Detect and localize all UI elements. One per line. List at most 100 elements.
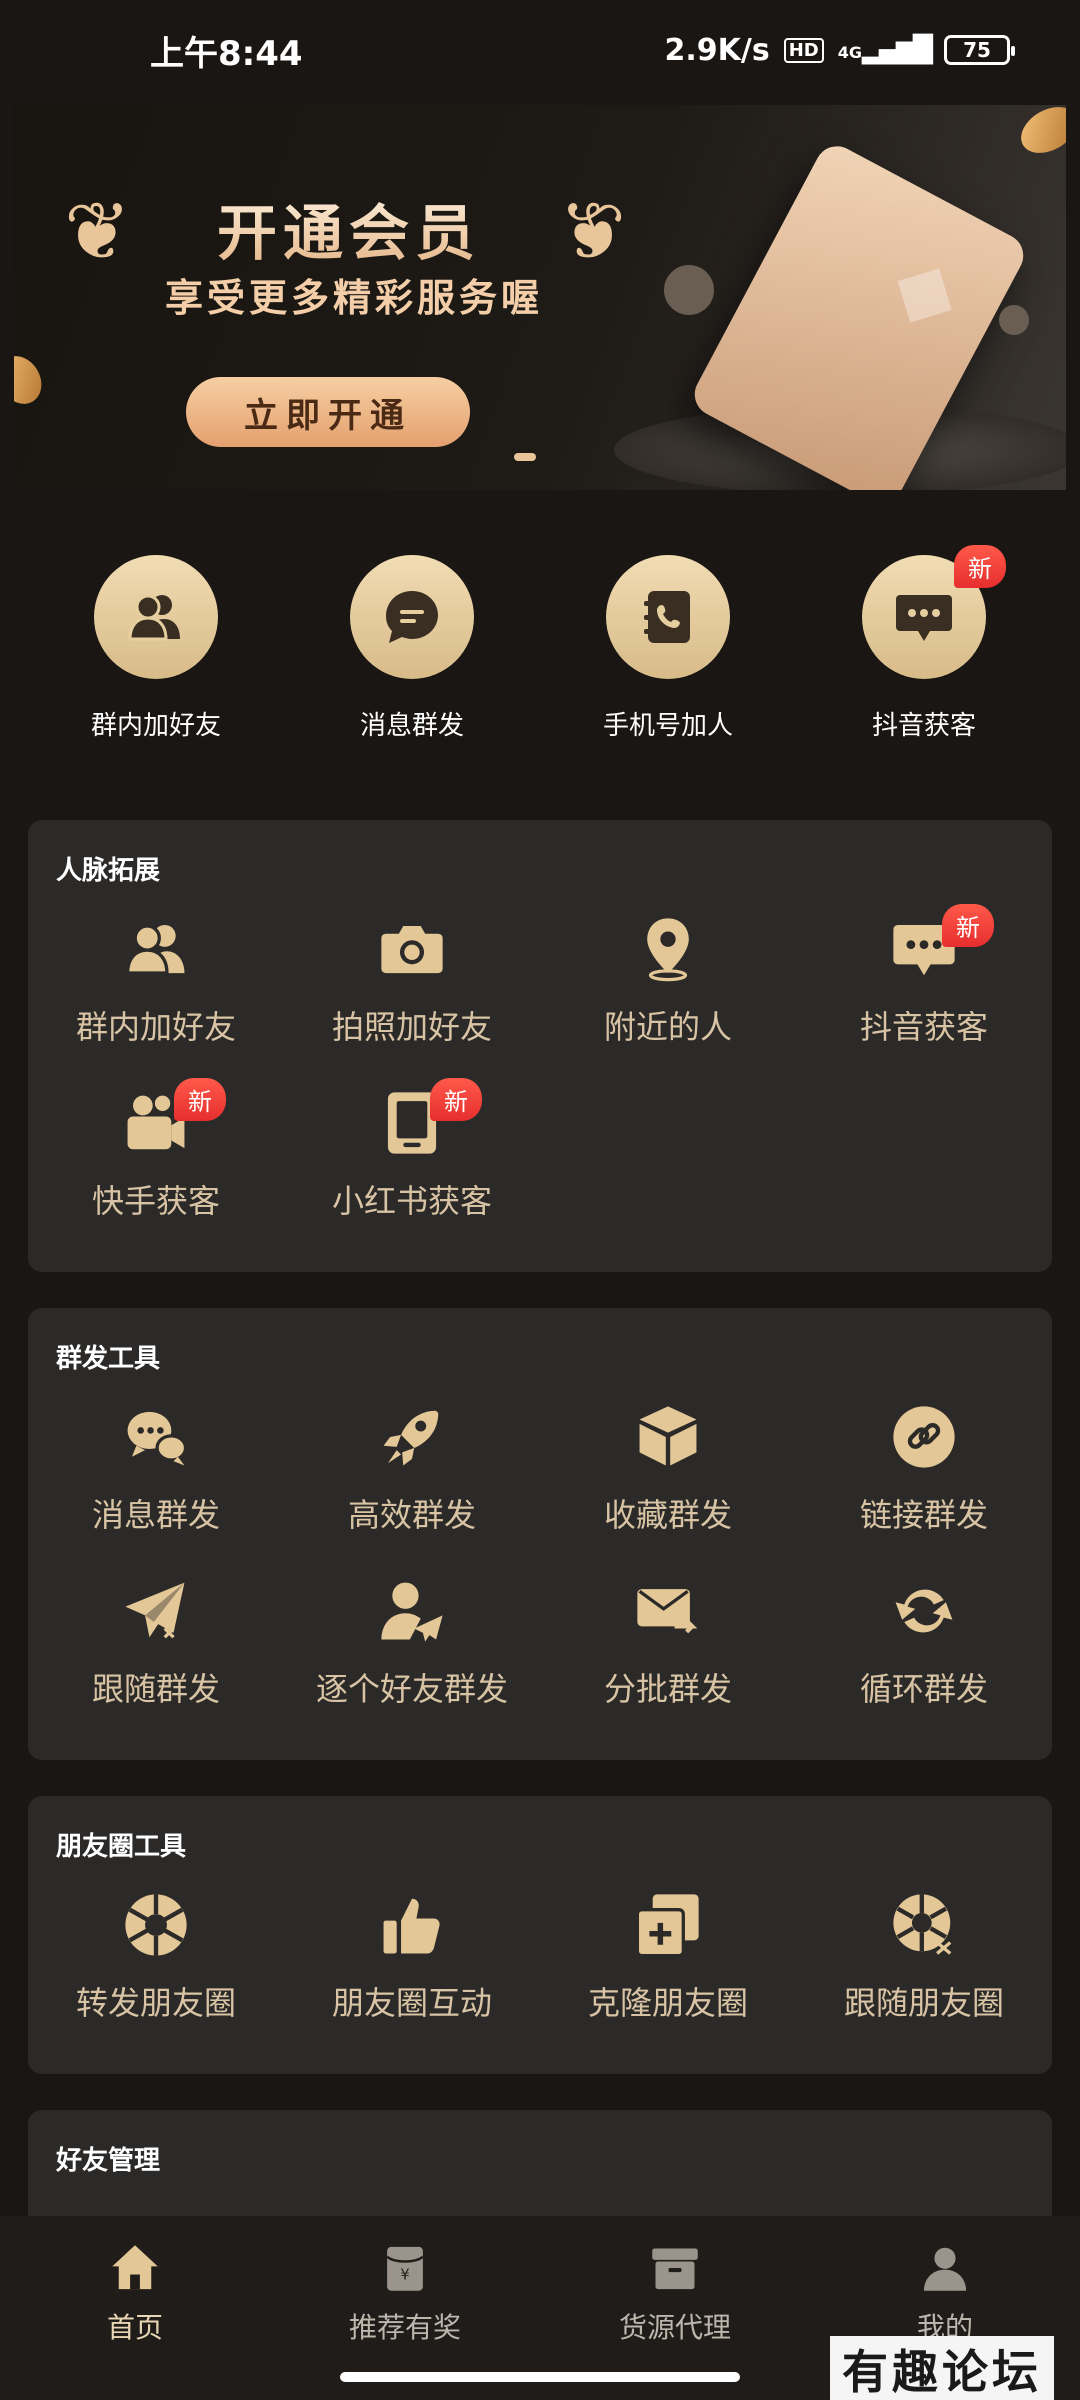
mail-forward-icon [633,1576,703,1646]
tool-favorites-broadcast[interactable]: 收藏群发 [540,1398,796,1572]
section-title: 人脉拓展 [56,856,161,886]
users-icon [121,914,191,984]
svg-text:¥: ¥ [400,2266,409,2283]
coin-decoration [14,348,50,412]
battery-level: 75 [963,38,991,62]
tool-nearby-people[interactable]: 附近的人 [540,910,796,1084]
phone-book-icon [644,591,690,643]
camera-icon [377,914,447,984]
tool-label: 群内加好友 [75,1008,236,1046]
status-time: 上午8:44 [150,33,303,74]
tool-message-broadcast[interactable]: 消息群发 [28,1398,284,1572]
coin-decoration [999,305,1029,335]
section-title: 好友管理 [56,2146,161,2176]
message-dots-icon [896,595,952,641]
battery-icon: 75 [944,35,1015,65]
tool-clone-moments[interactable]: 克隆朋友圈 [540,1886,796,2060]
tool-label: 循环群发 [859,1670,988,1708]
tool-efficient-broadcast[interactable]: 高效群发 [284,1398,540,1572]
new-badge: 新 [942,904,994,947]
quick-item-group-add-friends[interactable]: 群内加好友 [28,555,284,742]
tool-label: 消息群发 [91,1496,220,1534]
box-icon [633,1402,703,1472]
home-indicator[interactable] [340,2372,740,2382]
quick-item-message-broadcast[interactable]: 消息群发 [284,555,540,742]
tool-douyin[interactable]: 抖音获客 新 [796,904,1052,1084]
chat-bubbles-icon [121,1402,191,1472]
laurel-left-icon: ❦ [64,185,132,278]
section-network: 人脉拓展 群内加好友 拍照加好友 附近的人 抖音获客 新 快手获客 新 小红书获… [28,820,1052,1272]
tool-photo-add-friends[interactable]: 拍照加好友 [284,910,540,1084]
banner-subtitle: 享受更多精彩服务喔 [164,276,543,320]
tool-label: 分批群发 [603,1670,732,1708]
tool-label: 逐个好友群发 [315,1670,508,1708]
chat-bubble-icon [386,591,438,643]
hd-icon: HD [783,37,824,63]
tool-label: 跟随朋友圈 [843,1984,1004,2022]
section-title: 群发工具 [56,1344,161,1374]
tool-xiaohongshu[interactable]: 小红书获客 新 [284,1078,540,1258]
tool-follow-moments[interactable]: 跟随朋友圈 [796,1886,1052,2060]
quick-icon-circle [94,555,218,679]
tool-one-by-one-broadcast[interactable]: 逐个好友群发 [284,1572,540,1746]
status-icons: 2.9K/s HD 4G▂▄▆█ 75 [664,32,1015,68]
quick-actions: 群内加好友 消息群发 手机号加人 抖音获客 新 [0,545,1080,742]
aperture-shuffle-icon [889,1890,959,1960]
red-packet-icon: ¥ [386,2246,424,2291]
quick-icon-circle [606,555,730,679]
status-bar: 上午8:44 2.9K/s HD 4G▂▄▆█ 75 [0,0,1080,100]
users-icon [128,594,180,641]
tab-label: 首页 [106,2311,163,2344]
open-membership-button[interactable]: 立即开通 [186,377,470,447]
location-pin-icon [633,914,703,984]
tool-moments-interaction[interactable]: 朋友圈互动 [284,1886,540,2060]
tool-label: 高效群发 [347,1496,476,1534]
coin-decoration [1013,105,1066,163]
forum-watermark: 有趣论坛 [830,2336,1054,2400]
vip-banner[interactable]: ❦ ❦ 开通会员 享受更多精彩服务喔 立即开通 [14,105,1066,490]
tool-batch-broadcast[interactable]: 分批群发 [540,1572,796,1746]
thumbs-up-icon [377,1890,447,1960]
section-grid: 群内加好友 拍照加好友 附近的人 抖音获客 新 快手获客 新 小红书获客 新 [28,904,1052,1258]
tool-label: 附近的人 [603,1008,732,1046]
quick-item-douyin[interactable]: 抖音获客 新 [796,545,1052,742]
tool-link-broadcast[interactable]: 链接群发 [796,1398,1052,1572]
tool-label: 抖音获客 [859,1008,988,1046]
tab-label: 货源代理 [618,2311,731,2344]
rocket-icon [377,1402,447,1472]
tool-label: 朋友圈互动 [331,1984,492,2022]
signal-icon: 4G▂▄▆█ [837,35,933,65]
user-send-icon [377,1576,447,1646]
section-moments: 朋友圈工具 转发朋友圈 朋友圈互动 克隆朋友圈 跟随朋友圈 [28,1796,1052,2074]
tool-label: 收藏群发 [603,1496,732,1534]
tool-forward-moments[interactable]: 转发朋友圈 [28,1886,284,2060]
new-badge: 新 [954,545,1006,588]
network-speed: 2.9K/s [664,32,770,68]
tool-label: 克隆朋友圈 [587,1984,748,2022]
tool-follow-broadcast[interactable]: 跟随群发 [28,1572,284,1746]
tab-label: 推荐有奖 [348,2311,461,2344]
quick-label: 抖音获客 [871,711,976,741]
clone-plus-icon [633,1890,703,1960]
section-grid: 转发朋友圈 朋友圈互动 克隆朋友圈 跟随朋友圈 [28,1886,1052,2060]
link-icon [889,1402,959,1472]
tool-label: 跟随群发 [91,1670,220,1708]
coin-decoration [664,265,714,315]
tool-label: 链接群发 [859,1496,988,1534]
archive-box-icon [652,2248,698,2290]
tool-loop-broadcast[interactable]: 循环群发 [796,1572,1052,1746]
section-broadcast: 群发工具 消息群发 高效群发 收藏群发 链接群发 跟随群发 逐个好友群发 分批群… [28,1308,1052,1760]
paper-plane-shuffle-icon [121,1576,191,1646]
network-type: 4G [837,43,863,62]
quick-item-phone-add[interactable]: 手机号加人 [540,555,796,742]
tab-home[interactable]: 首页 [0,2216,270,2400]
home-icon [112,2245,158,2290]
tool-kuaishou[interactable]: 快手获客 新 [28,1078,284,1258]
tool-label: 转发朋友圈 [75,1984,236,2022]
new-badge: 新 [174,1078,226,1121]
section-title: 朋友圈工具 [56,1832,187,1862]
section-grid: 消息群发 高效群发 收藏群发 链接群发 跟随群发 逐个好友群发 分批群发 循环群… [28,1398,1052,1746]
tool-group-add-friends[interactable]: 群内加好友 [28,910,284,1084]
banner-title: 开通会员 [184,185,514,272]
tool-label: 拍照加好友 [331,1008,492,1046]
